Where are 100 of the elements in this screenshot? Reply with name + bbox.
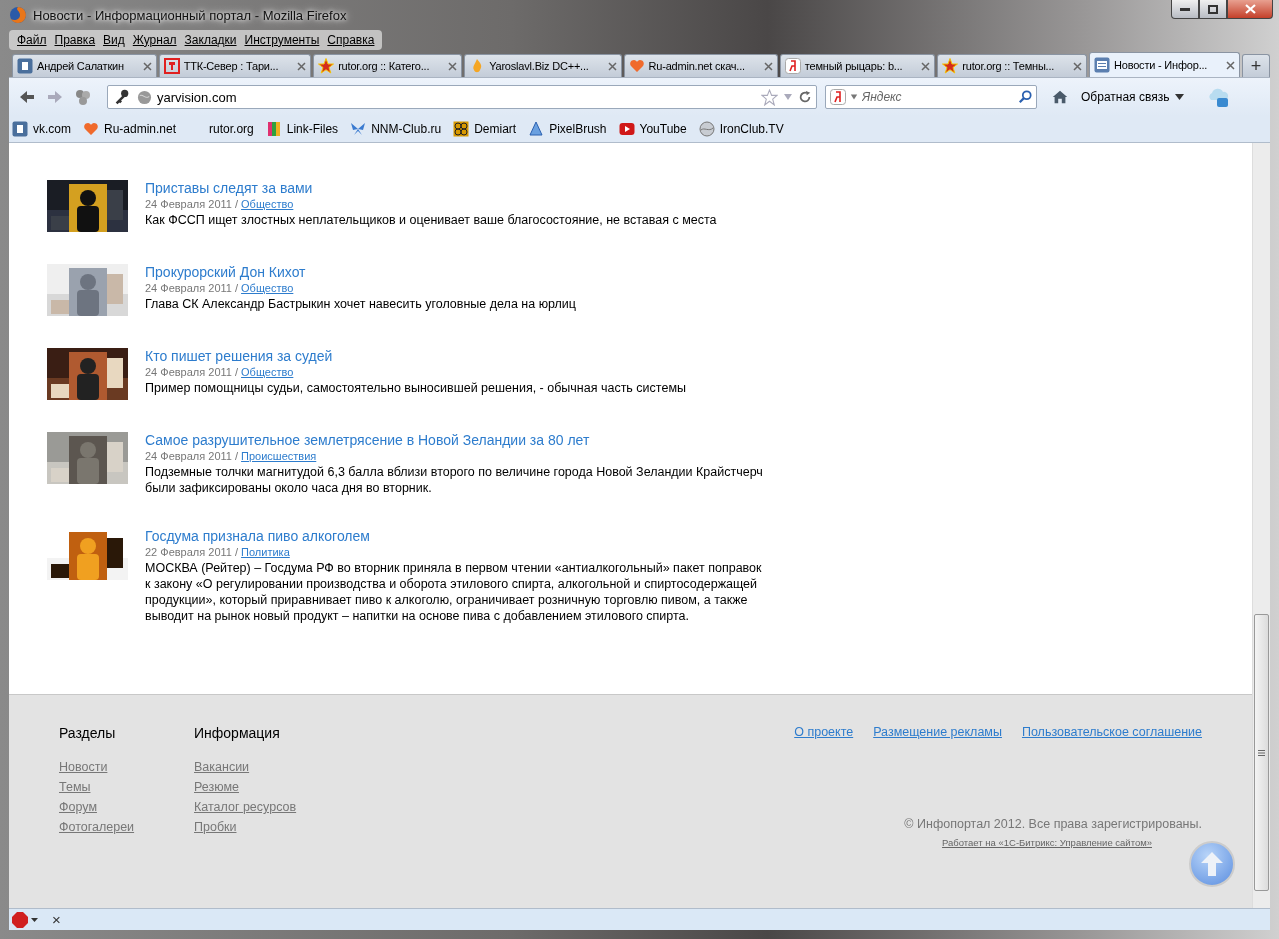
page-icon xyxy=(1094,57,1110,73)
minimize-button[interactable] xyxy=(1171,0,1199,19)
grip-icon xyxy=(1258,749,1265,756)
globe-icon xyxy=(698,121,715,137)
scrollbar-thumb[interactable] xyxy=(1254,614,1269,891)
category-link[interactable]: Общество xyxy=(241,365,294,380)
menu-item[interactable]: Журнал xyxy=(128,33,181,47)
footer-link[interactable]: Форум xyxy=(59,797,97,817)
star-icon xyxy=(942,58,959,74)
footer-link[interactable]: Вакансии xyxy=(194,757,250,777)
bookmark-link[interactable]: Demiart xyxy=(453,121,517,137)
article-summary: Пример помощницы судьи, самостоятельно выносившей решения, - обычная часть системы xyxy=(145,380,687,396)
close-icon[interactable] xyxy=(763,61,773,71)
close-icon[interactable] xyxy=(921,61,931,71)
powered-by-link[interactable]: Работает на «1С-Битрикс: Управление сайтом» xyxy=(942,837,1152,848)
bookmark-link[interactable]: rutor.org xyxy=(188,121,254,137)
square-icon xyxy=(17,58,33,74)
play-icon xyxy=(618,121,635,137)
category-link[interactable]: Общество xyxy=(241,281,294,296)
menu-item[interactable]: Файл xyxy=(13,33,51,47)
article-title[interactable]: Самое разрушительное землетрясение в Новой Зеландии за 80 лет xyxy=(145,432,590,449)
close-icon[interactable] xyxy=(142,61,152,71)
maximize-button[interactable] xyxy=(1199,0,1227,19)
globe-icon xyxy=(137,89,152,105)
footer-link[interactable]: Новости xyxy=(59,757,108,777)
close-icon[interactable] xyxy=(297,61,307,71)
scroll-to-top-button[interactable] xyxy=(1189,841,1235,887)
dropdown-icon[interactable] xyxy=(783,92,793,102)
close-icon[interactable] xyxy=(607,61,617,71)
new-tab-button[interactable]: + xyxy=(1242,54,1271,77)
badge-icon xyxy=(830,89,846,105)
browser-tab[interactable]: темный рыцарь: b... xyxy=(779,54,936,77)
star-icon[interactable] xyxy=(761,88,778,106)
menu-item[interactable]: Справка xyxy=(323,33,379,47)
bookmark-link[interactable]: Ru-admin.net xyxy=(83,121,177,137)
browser-tab[interactable]: ТТК-Север : Тари... xyxy=(158,54,312,77)
footer-link[interactable]: Фотогалереи xyxy=(59,817,135,837)
bookmark-link[interactable]: PixelBrush xyxy=(528,121,607,137)
butterfly-icon xyxy=(350,121,367,137)
browser-tab[interactable]: Новости - Инфор... xyxy=(1089,52,1241,77)
menu-item[interactable]: Вид xyxy=(99,33,129,47)
home-icon[interactable] xyxy=(1051,88,1069,106)
drop-icon xyxy=(528,121,545,137)
close-button[interactable] xyxy=(1227,0,1273,19)
article-date: 24 Февраля 2011 / xyxy=(145,197,239,212)
heart-icon xyxy=(83,121,99,137)
article-title[interactable]: Приставы следят за вами xyxy=(145,180,313,197)
square-icon xyxy=(163,58,180,74)
cluster-icon[interactable] xyxy=(73,87,93,107)
close-icon[interactable] xyxy=(448,61,458,71)
bookmark-link[interactable]: vk.com xyxy=(12,121,71,137)
browser-tab[interactable]: Андрей Салаткин xyxy=(12,54,157,77)
reload-icon[interactable] xyxy=(798,90,812,104)
copyright-text: © Инфопортал 2012. Все права зарегистрированы. xyxy=(904,817,1202,831)
address-bar[interactable]: yarvision.com xyxy=(107,85,817,109)
book-icon xyxy=(265,121,282,137)
bookmark-link[interactable]: Link-Files xyxy=(265,121,339,137)
close-icon[interactable] xyxy=(1226,60,1236,70)
close-icon[interactable] xyxy=(1073,61,1082,71)
article-date: 24 Февраля 2011 / xyxy=(145,449,239,464)
scrollbar[interactable] xyxy=(1252,143,1270,908)
heart-icon xyxy=(628,58,645,74)
footer-link[interactable]: Резюме xyxy=(194,777,239,797)
article-title[interactable]: Госдума признала пиво алкоголем xyxy=(145,528,370,545)
footer-link[interactable]: Каталог ресурсов xyxy=(194,797,297,817)
category-link[interactable]: Происшествия xyxy=(241,449,317,464)
star-icon xyxy=(318,58,335,74)
bookmark-link[interactable]: IronClub.TV xyxy=(698,121,784,137)
article-title[interactable]: Кто пишет решения за судей xyxy=(145,348,333,365)
article-title[interactable]: Прокурорский Дон Кихот xyxy=(145,264,306,281)
article-summary: Подземные толчки магнитудой 6,3 балла вблизи второго по величине города Новой Зеландии Крайстчерч были зафиксированы около часа дня во вторник. xyxy=(145,464,764,496)
category-link[interactable]: Политика xyxy=(241,545,290,560)
feedback-button[interactable]: Обратная связь xyxy=(1077,90,1189,104)
article-date: 24 Февраля 2011 / xyxy=(145,281,239,296)
footer-link[interactable]: Темы xyxy=(59,777,91,797)
menu-item[interactable]: Закладки xyxy=(180,33,241,47)
article-date: 24 Февраля 2011 / xyxy=(145,365,239,380)
dropdown-icon[interactable] xyxy=(850,93,858,101)
close-button[interactable]: × xyxy=(48,912,65,927)
footer-heading: Информация xyxy=(194,725,281,741)
maximize-icon xyxy=(1208,4,1218,14)
bookmark-link[interactable]: NNM-Club.ru xyxy=(350,121,442,137)
bookmark-link[interactable]: YouTube xyxy=(618,121,687,137)
category-link[interactable]: Общество xyxy=(241,197,294,212)
browser-logo-icon xyxy=(9,6,27,24)
menu-item[interactable]: Правка xyxy=(50,33,100,47)
article-summary: Как ФССП ищет злостных неплательщиков и оценивает ваше благосостояние, не вставая с места xyxy=(145,212,718,228)
browser-tab[interactable]: Ru-admin.net скач... xyxy=(623,54,778,77)
search-icon[interactable] xyxy=(1018,90,1032,104)
search-box[interactable]: Яндекс xyxy=(825,85,1037,109)
browser-tab[interactable]: rutor.org :: Темны... xyxy=(937,54,1087,77)
footer-heading: Разделы xyxy=(59,725,117,741)
stop-sign-icon[interactable] xyxy=(12,911,38,928)
browser-tab[interactable]: rutor.org :: Катего... xyxy=(313,54,463,77)
menu-item[interactable]: Инструменты xyxy=(240,33,324,47)
window-title: Новости - Информационный портал - Mozilla Firefox xyxy=(33,7,347,23)
footer-link[interactable]: Пробки xyxy=(194,817,237,837)
caret-icon xyxy=(1175,94,1185,100)
browser-tab[interactable]: Yaroslavl.Biz DC++... xyxy=(464,54,622,77)
square-icon xyxy=(12,121,28,137)
